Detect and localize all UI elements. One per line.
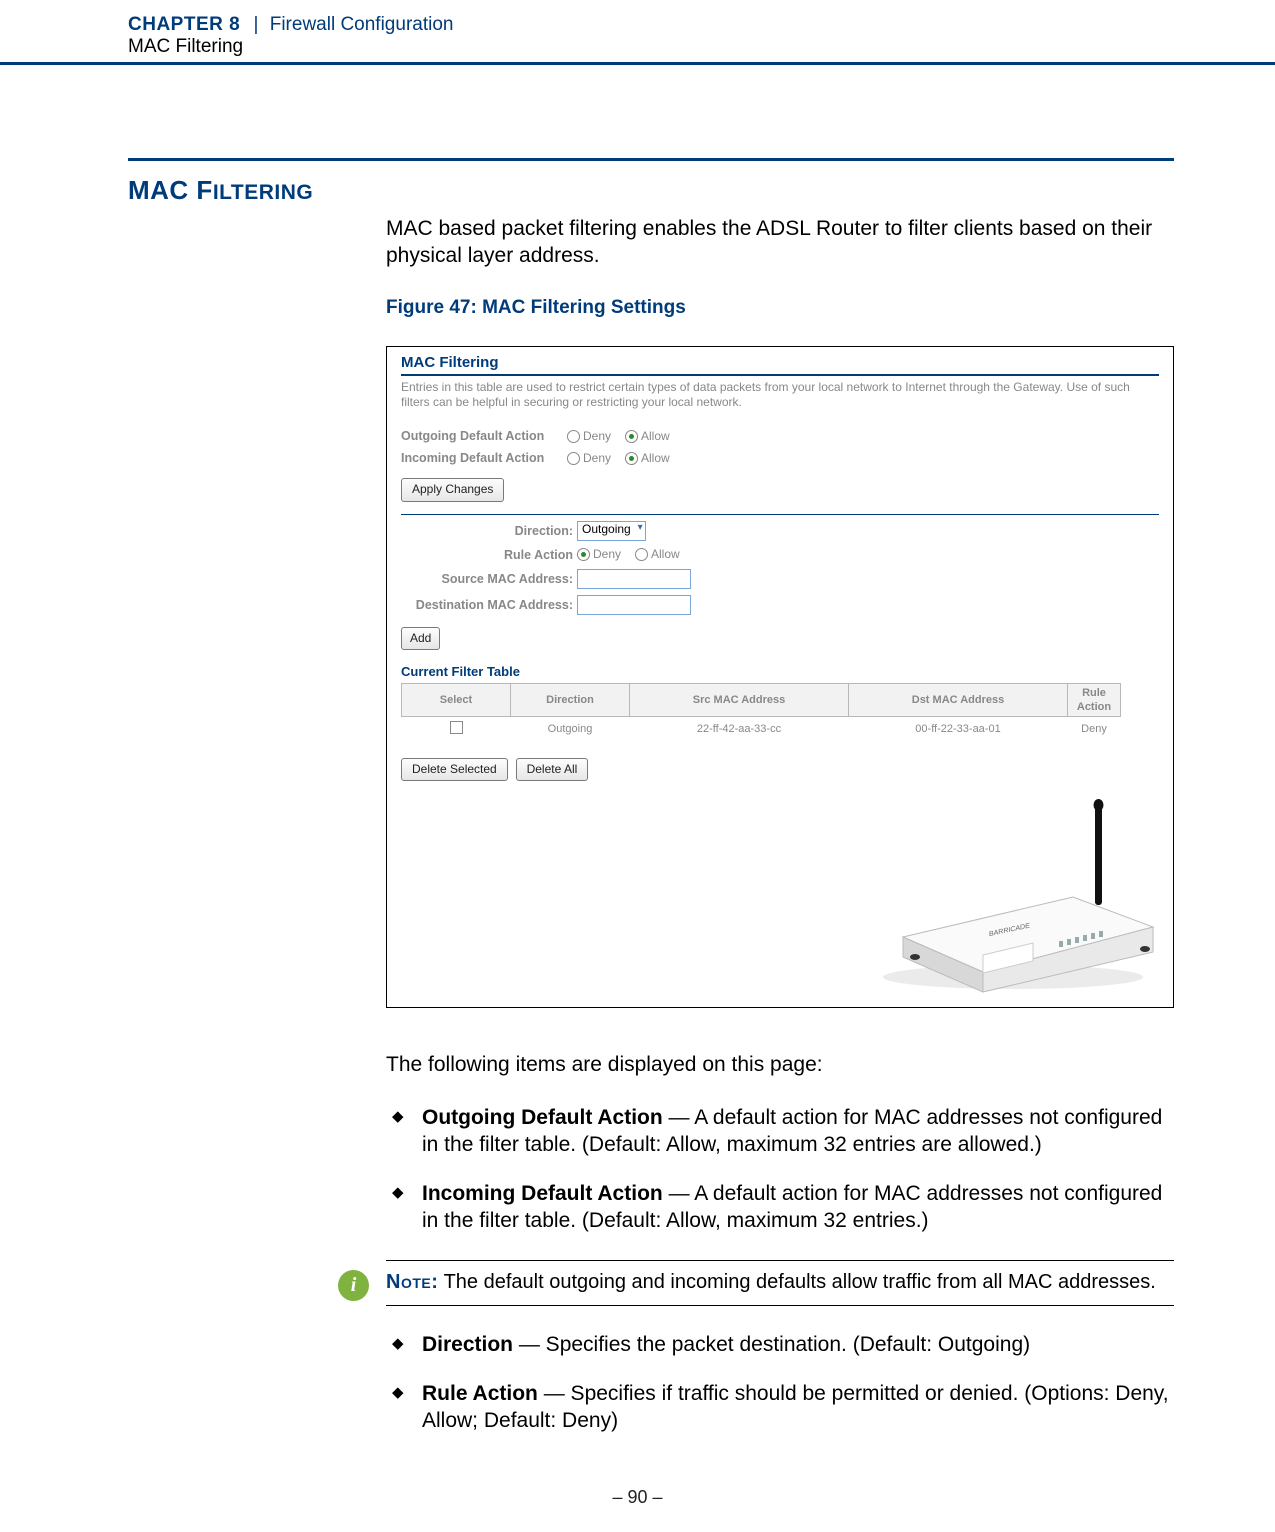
note-rule-top	[386, 1260, 1174, 1261]
chapter-number: 8	[229, 14, 240, 35]
section-heading: MAC FILTERING	[128, 175, 313, 206]
row-src-mac: Source MAC Address:	[401, 569, 1159, 589]
note-rule-bottom	[386, 1305, 1174, 1306]
running-header-line1: CHAPTER 8 | Firewall Configuration	[128, 14, 453, 36]
note-block: i Note: The default outgoing and incomin…	[338, 1260, 1174, 1306]
cell-rule: Deny	[1068, 716, 1121, 742]
label-outgoing-default: Outgoing Default Action	[401, 428, 567, 444]
table-row: Outgoing 22-ff-42-aa-33-cc 00-ff-22-33-a…	[402, 716, 1121, 742]
list-item: Rule Action — Specifies if traffic shoul…	[386, 1381, 1174, 1435]
section-heading-small: ILTERING	[213, 181, 313, 204]
th-select: Select	[402, 683, 511, 716]
th-src: Src MAC Address	[630, 683, 849, 716]
radio-dot-selected	[577, 548, 590, 561]
cell-direction: Outgoing	[511, 716, 630, 742]
shot-description: Entries in this table are used to restri…	[401, 380, 1159, 410]
row-direction: Direction: Outgoing	[401, 521, 1159, 541]
chapter-rest: HAPTER	[142, 14, 223, 35]
radio-incoming-allow[interactable]: Allow	[625, 451, 670, 466]
filter-table: Select Direction Src MAC Address Dst MAC…	[401, 683, 1121, 742]
chapter-title: Firewall Configuration	[270, 14, 454, 35]
radio-label: Deny	[583, 451, 611, 466]
apply-changes-button[interactable]: Apply Changes	[401, 478, 504, 501]
table-header-row: Select Direction Src MAC Address Dst MAC…	[402, 683, 1121, 716]
row-checkbox[interactable]	[450, 721, 463, 734]
cell-src: 22-ff-42-aa-33-cc	[630, 716, 849, 742]
shot-rule-thin	[401, 514, 1159, 515]
running-header-subtitle: MAC Filtering	[128, 36, 243, 58]
radio-dot	[567, 452, 580, 465]
radio-dot-selected	[625, 452, 638, 465]
page-number: – 90 –	[0, 1487, 1275, 1508]
radio-dot	[567, 430, 580, 443]
list-item: Outgoing Default Action — A default acti…	[386, 1105, 1174, 1159]
header-pipe: |	[254, 14, 259, 35]
src-mac-input[interactable]	[577, 569, 691, 589]
direction-value: Outgoing	[582, 522, 631, 536]
cell-dst: 00-ff-22-33-aa-01	[849, 716, 1068, 742]
label-incoming-default: Incoming Default Action	[401, 450, 567, 466]
radio-incoming-deny[interactable]: Deny	[567, 451, 611, 466]
radio-label: Deny	[583, 429, 611, 444]
radio-rule-allow[interactable]: Allow	[635, 547, 680, 562]
intro-paragraph: MAC based packet filtering enables the A…	[386, 216, 1174, 270]
radio-label: Allow	[651, 547, 680, 562]
radio-outgoing-allow[interactable]: Allow	[625, 429, 670, 444]
delete-all-button[interactable]: Delete All	[516, 758, 589, 781]
list-item: Incoming Default Action — A default acti…	[386, 1181, 1174, 1235]
chapter-c: C	[128, 14, 142, 35]
note-text: Note: The default outgoing and incoming …	[386, 1269, 1174, 1295]
note-body: The default outgoing and incoming defaul…	[438, 1271, 1155, 1293]
radio-rule-deny[interactable]: Deny	[577, 547, 621, 562]
figure-caption: Figure 47: MAC Filtering Settings	[386, 296, 1174, 320]
current-filter-table-title: Current Filter Table	[401, 664, 1159, 681]
term: Incoming Default Action	[422, 1182, 663, 1205]
add-button[interactable]: Add	[401, 627, 440, 650]
list-item: Direction — Specifies the packet destina…	[386, 1332, 1174, 1359]
th-dst: Dst MAC Address	[849, 683, 1068, 716]
note-label: Note:	[386, 1271, 438, 1293]
delete-selected-button[interactable]: Delete Selected	[401, 758, 508, 781]
shot-title: MAC Filtering	[401, 353, 1159, 372]
term: Rule Action	[422, 1382, 538, 1405]
row-rule-action: Rule Action Deny Allow	[401, 547, 1159, 563]
section-rule	[128, 158, 1174, 161]
radio-label: Allow	[641, 451, 670, 466]
bullet-list-1: Outgoing Default Action — A default acti…	[386, 1105, 1174, 1235]
figure-screenshot: MAC Filtering Entries in this table are …	[386, 346, 1174, 1008]
dst-mac-input[interactable]	[577, 595, 691, 615]
router-product-image: BARRICADE	[863, 787, 1163, 997]
label-src-mac: Source MAC Address:	[401, 571, 577, 587]
section-heading-big: MAC F	[128, 175, 213, 205]
th-direction: Direction	[511, 683, 630, 716]
row-incoming-default: Incoming Default Action Deny Allow	[401, 450, 1159, 466]
radio-label: Deny	[593, 547, 621, 562]
shot-rule	[401, 374, 1159, 376]
direction-select[interactable]: Outgoing	[577, 521, 646, 541]
header-divider	[0, 62, 1275, 65]
radio-dot-selected	[625, 430, 638, 443]
row-dst-mac: Destination MAC Address:	[401, 595, 1159, 615]
info-icon: i	[338, 1270, 369, 1301]
th-rule: Rule Action	[1068, 683, 1121, 716]
term: Direction	[422, 1333, 513, 1356]
after-intro: The following items are displayed on thi…	[386, 1052, 1174, 1079]
label-rule-action: Rule Action	[401, 547, 577, 563]
desc: — Specifies the packet destination. (Def…	[513, 1333, 1030, 1356]
label-dst-mac: Destination MAC Address:	[401, 597, 577, 613]
bullet-list-2: Direction — Specifies the packet destina…	[386, 1332, 1174, 1435]
radio-outgoing-deny[interactable]: Deny	[567, 429, 611, 444]
radio-dot	[635, 548, 648, 561]
radio-label: Allow	[641, 429, 670, 444]
label-direction: Direction:	[401, 523, 577, 539]
term: Outgoing Default Action	[422, 1106, 663, 1129]
row-outgoing-default: Outgoing Default Action Deny Allow	[401, 428, 1159, 444]
